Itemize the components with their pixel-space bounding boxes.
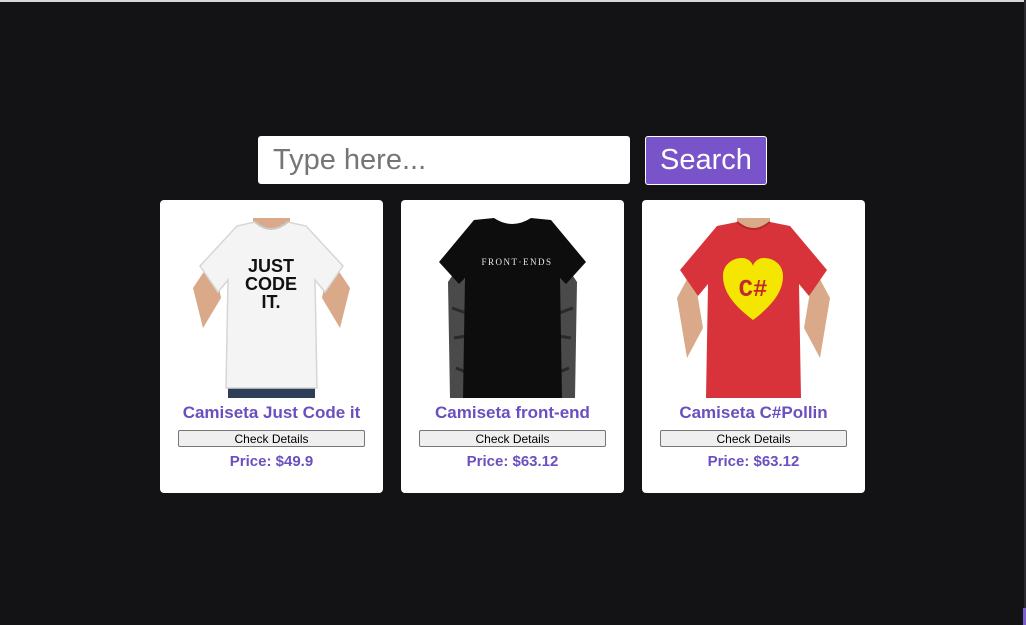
product-card: C# Camiseta C#Pollin Check Details Price… xyxy=(642,200,865,493)
svg-text:IT.: IT. xyxy=(261,292,280,312)
product-image: C# xyxy=(675,218,832,398)
product-price: Price: $63.12 xyxy=(466,453,559,470)
svg-text:C#: C# xyxy=(739,277,768,304)
search-input[interactable] xyxy=(258,136,630,184)
window-top-edge xyxy=(0,0,1026,2)
search-button[interactable]: Search xyxy=(645,136,767,185)
product-title: Camiseta C#Pollin xyxy=(679,403,828,422)
svg-text:CODE: CODE xyxy=(245,274,297,294)
check-details-button[interactable]: Check Details xyxy=(660,430,847,447)
product-price: Price: $49.9 xyxy=(229,453,314,470)
product-card: JUST CODE IT. Camiseta Just Code it Chec… xyxy=(160,200,383,493)
check-details-button[interactable]: Check Details xyxy=(178,430,365,447)
product-title: Camiseta Just Code it xyxy=(182,403,361,422)
product-card: FRONT·ENDS Camiseta front-end Check Deta… xyxy=(401,200,624,493)
svg-text:FRONT·ENDS: FRONT·ENDS xyxy=(481,257,552,267)
product-title: Camiseta front-end xyxy=(435,403,590,422)
product-image: FRONT·ENDS xyxy=(434,218,591,398)
check-details-button[interactable]: Check Details xyxy=(419,430,606,447)
svg-text:JUST: JUST xyxy=(248,256,294,276)
product-price: Price: $63.12 xyxy=(707,453,800,470)
product-image: JUST CODE IT. xyxy=(193,218,350,398)
